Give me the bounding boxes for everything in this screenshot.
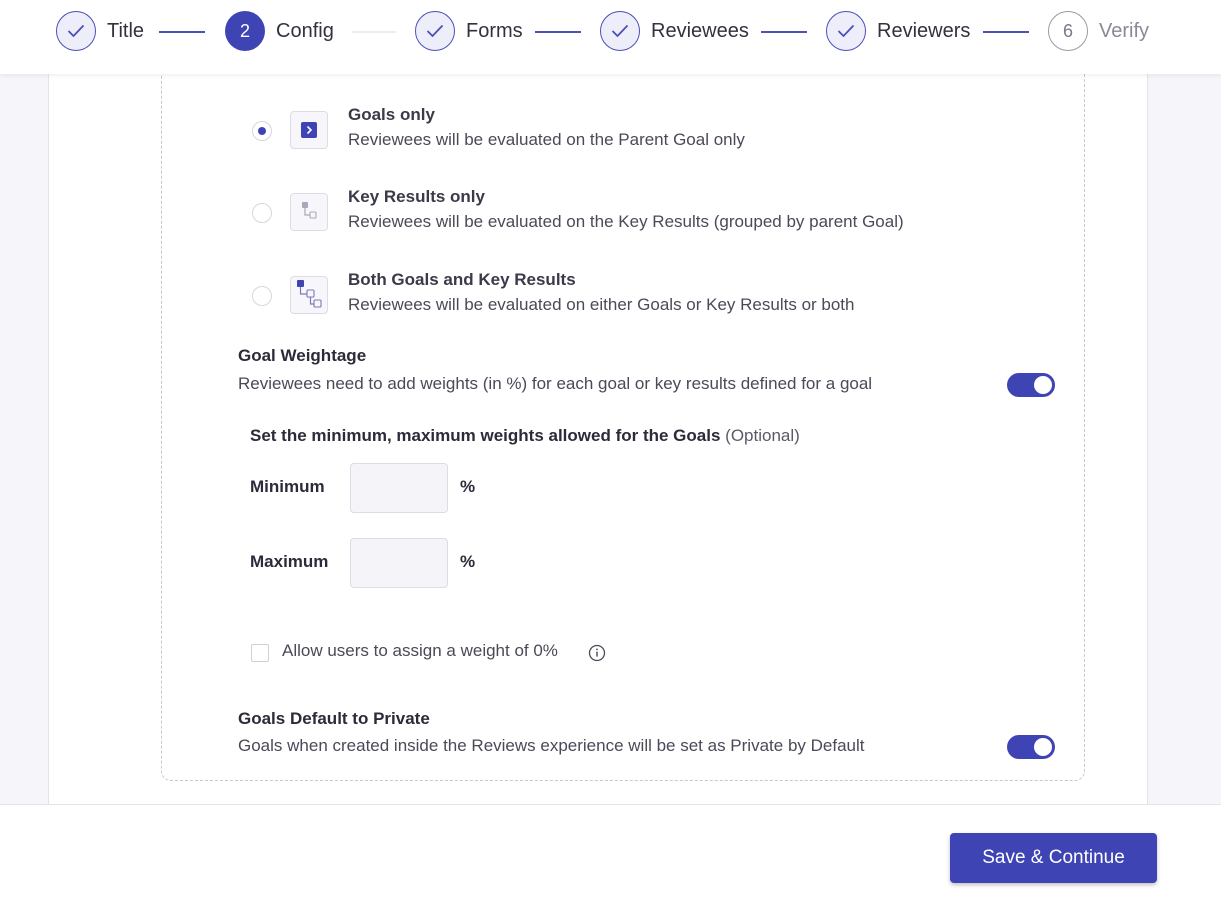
goals-private-toggle[interactable] [1007,735,1055,759]
goal-icon [290,111,328,149]
optional-label: (Optional) [725,426,800,445]
allow-zero-weight-label: Allow users to assign a weight of 0% [282,641,558,660]
goal-weightage-title: Goal Weightage [238,346,367,365]
step-connector [761,31,807,33]
option-title: Goals only [348,105,435,124]
goal-weightage-description: Reviewees need to add weights (in %) for… [238,374,873,393]
step-label: Verify [1099,19,1150,42]
step-number: 6 [1048,11,1088,51]
check-icon [56,11,96,51]
option-title: Key Results only [348,187,485,206]
goals-private-title: Goals Default to Private [238,709,430,728]
save-continue-button[interactable]: Save & Continue [950,833,1157,883]
radio-goals-only[interactable] [252,121,272,141]
config-panel: Goals only Reviewees will be evaluated o… [48,54,1148,804]
maximum-percent-symbol: % [460,552,476,571]
maximum-label: Maximum [250,552,329,571]
goal-weightage-toggle[interactable] [1007,373,1055,397]
minimum-percent-symbol: % [460,477,476,496]
step-number: 2 [225,11,265,51]
step-label: Config [276,19,334,42]
minimum-weight-input[interactable] [350,463,448,513]
weight-range-title: Set the minimum, maximum weights allowed… [250,426,800,446]
check-icon [826,11,866,51]
step-label: Reviewers [877,19,971,42]
option-description: Reviewees will be evaluated on either Go… [348,295,855,314]
check-icon [415,11,455,51]
step-verify[interactable]: 6 Verify [1048,11,1149,51]
key-results-icon [290,193,328,231]
step-connector [535,31,581,33]
radio-both[interactable] [252,286,272,306]
radio-key-results-only[interactable] [252,203,272,223]
option-title: Both Goals and Key Results [348,270,576,289]
goals-and-key-results-icon [290,276,328,314]
step-reviewers[interactable]: Reviewers [826,11,970,51]
step-forms[interactable]: Forms [415,11,523,51]
step-connector [159,31,205,33]
check-icon [600,11,640,51]
info-icon[interactable] [588,644,606,662]
goals-settings-box [161,54,1085,781]
step-label: Title [107,19,145,42]
allow-zero-weight-checkbox[interactable] [251,644,269,662]
step-connector [983,31,1029,33]
step-label: Reviewees [651,19,749,42]
option-description: Reviewees will be evaluated on the Paren… [348,130,745,149]
weight-range-label: Set the minimum, maximum weights allowed… [250,426,721,445]
maximum-weight-input[interactable] [350,538,448,588]
step-label: Forms [466,19,523,42]
minimum-label: Minimum [250,477,325,496]
stepper-bar: Title 2 Config Forms Reviewees Reviewers… [0,0,1221,74]
step-title[interactable]: Title [56,11,144,51]
step-reviewees[interactable]: Reviewees [600,11,749,51]
goals-private-description: Goals when created inside the Reviews ex… [238,736,865,755]
footer-bar: Save & Continue [0,804,1221,900]
option-description: Reviewees will be evaluated on the Key R… [348,212,904,231]
step-config[interactable]: 2 Config [225,11,334,51]
step-connector [352,31,396,33]
